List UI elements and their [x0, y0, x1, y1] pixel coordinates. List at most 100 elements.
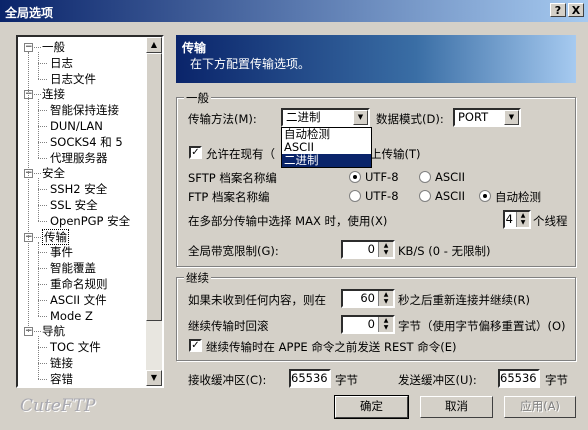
no-content-stepper[interactable]: 60 ▲ ▼ [341, 289, 395, 308]
sftp-ascii-label: ASCII [435, 170, 465, 184]
rollback-value: 0 [367, 317, 375, 331]
tree-item[interactable]: 代理服务器 [38, 151, 108, 166]
section-subtitle: 在下方配置传输选项。 [190, 57, 311, 71]
tree-connector [38, 178, 39, 221]
section-header: 传输 在下方配置传输选项。 [176, 35, 576, 83]
sftp-ascii-radio[interactable] [419, 171, 431, 183]
apply-button[interactable]: 应用(A) [504, 396, 576, 418]
tree-connector [38, 336, 39, 379]
tree-item-label: 链接 [50, 356, 73, 370]
tree-item-label: 日志文件 [50, 71, 96, 86]
ftp-utf8-radio[interactable] [349, 190, 361, 202]
tree-item-label: 智能覆盖 [50, 261, 96, 276]
tree-item-label: 传输 [42, 228, 69, 245]
tree-item[interactable]: TOC 文件 [38, 340, 101, 355]
transfer-method-select[interactable]: 二进制 ▼ [281, 108, 370, 127]
allow-resume-checkbox[interactable]: ✓ [189, 146, 202, 159]
bandwidth-unit: KB/S (0 - 无限制) [398, 244, 491, 258]
no-content-label: 如果未收到任何内容，则在 [188, 293, 326, 307]
scroll-down-icon[interactable]: ▼ [146, 370, 162, 386]
ftp-auto-radio[interactable] [479, 190, 491, 202]
tree-item[interactable]: 容错 [38, 372, 73, 386]
tree-item[interactable]: 事件 [38, 245, 73, 260]
close-button[interactable]: X [568, 3, 584, 17]
sftp-encoding-label: SFTP 档案名称编 [188, 171, 277, 185]
chevron-down-icon[interactable]: ▼ [504, 110, 519, 125]
tree-item-label: 代理服务器 [50, 150, 108, 165]
chevron-down-icon[interactable]: ▼ [353, 110, 368, 125]
sftp-utf8-label: UTF-8 [365, 170, 399, 184]
send-buffer-label: 发送缓冲区(U): [398, 373, 477, 387]
tree-connector [38, 52, 39, 79]
recv-buffer-unit: 字节 [335, 373, 358, 387]
tree-item[interactable]: 智能覆盖 [38, 261, 96, 276]
send-buffer-input[interactable]: 65536 [498, 369, 540, 388]
tree-item-label: 安全 [42, 166, 65, 181]
tree-item[interactable]: ASCII 文件 [38, 293, 107, 308]
scroll-up-icon[interactable]: ▲ [146, 37, 162, 53]
tree-connector [28, 52, 29, 333]
title-bar [0, 0, 588, 22]
window-title: 全局选项 [5, 6, 54, 20]
tree-item[interactable]: SSL 安全 [38, 198, 98, 213]
tree-scrollbar[interactable]: ▲ ▼ [146, 37, 162, 386]
tree-item-label: 重命名规则 [50, 277, 108, 291]
options-tree: − 一般 日志 日志文件 − 连接 智能保持连接 DUN/LAN SOCKS4 和 5 代理服务器… [16, 35, 164, 388]
tree-item[interactable]: 日志 [38, 56, 73, 71]
stepper-icon[interactable]: ▲ ▼ [378, 317, 393, 332]
stepper-icon[interactable]: ▲ ▼ [516, 212, 529, 227]
transfer-method-dropdown[interactable]: 自动检测 ASCII 二进制 [281, 127, 372, 168]
tree-item-label: 一般 [42, 40, 65, 54]
scroll-thumb[interactable] [146, 53, 162, 321]
threads-stepper[interactable]: 4 ▲ ▼ [503, 210, 531, 229]
brand-logo: CuteFTP [20, 396, 96, 416]
stepper-icon[interactable]: ▲ ▼ [378, 242, 393, 257]
resume-group-label: 继续 [184, 270, 211, 286]
tree-item[interactable]: 链接 [38, 356, 73, 371]
allow-resume-label-right: 上传输(T) [370, 147, 421, 161]
cancel-button[interactable]: 取消 [420, 396, 493, 418]
collapse-icon[interactable]: − [24, 43, 33, 52]
bandwidth-value: 0 [367, 242, 375, 256]
tree-item-label: Mode Z [50, 308, 93, 323]
rollback-stepper[interactable]: 0 ▲ ▼ [341, 315, 395, 334]
tree-item-label: 智能保持连接 [50, 103, 119, 118]
dropdown-option-binary[interactable]: 二进制 [282, 154, 371, 167]
sftp-utf8-radio[interactable] [349, 171, 361, 183]
transfer-method-value: 二进制 [286, 110, 321, 124]
no-content-value: 60 [360, 291, 375, 305]
tree-item[interactable]: 日志文件 [38, 72, 96, 87]
tree-item-label: SSL 安全 [50, 198, 98, 212]
tree-item[interactable]: Mode Z [38, 309, 93, 324]
section-title: 传输 [182, 41, 207, 55]
tree-item-label: OpenPGP 安全 [50, 213, 131, 228]
stepper-icon[interactable]: ▲ ▼ [378, 291, 393, 306]
tree-item[interactable]: SOCKS4 和 5 [38, 135, 123, 150]
data-mode-value: PORT [458, 110, 489, 124]
tree-item-label: TOC 文件 [50, 340, 101, 355]
bandwidth-stepper[interactable]: 0 ▲ ▼ [341, 240, 395, 259]
tree-item[interactable]: OpenPGP 安全 [38, 214, 130, 229]
tree-connector [38, 99, 39, 158]
tree-item[interactable]: 智能保持连接 [38, 103, 119, 118]
ftp-ascii-radio[interactable] [419, 190, 431, 202]
tree-item[interactable]: 重命名规则 [38, 277, 108, 292]
help-button[interactable]: ? [550, 3, 566, 17]
tree-item-label: 事件 [50, 245, 73, 260]
threads-unit: 个线程 [533, 214, 568, 228]
rest-checkbox[interactable]: ✓ [189, 339, 202, 352]
tree-item-label: SOCKS4 和 5 [50, 134, 123, 149]
transfer-method-label: 传输方法(M): [188, 112, 257, 126]
bandwidth-label: 全局带宽限制(G): [188, 244, 279, 258]
tree-item[interactable]: SSH2 安全 [38, 182, 107, 197]
tree-item[interactable]: DUN/LAN [38, 119, 103, 134]
recv-buffer-label: 接收缓冲区(C): [188, 373, 267, 387]
rollback-unit: 字节（使用字节偏移重置试）(O) [398, 319, 566, 333]
ftp-utf8-label: UTF-8 [365, 189, 399, 203]
data-mode-select[interactable]: PORT ▼ [453, 108, 521, 127]
ok-button[interactable]: 确定 [334, 395, 409, 419]
threads-value: 4 [505, 212, 513, 226]
general-group-label: 一般 [184, 90, 211, 106]
multipart-label: 在多部分传输中选择 MAX 时，使用(X) [188, 214, 388, 228]
recv-buffer-input[interactable]: 65536 [289, 369, 331, 388]
